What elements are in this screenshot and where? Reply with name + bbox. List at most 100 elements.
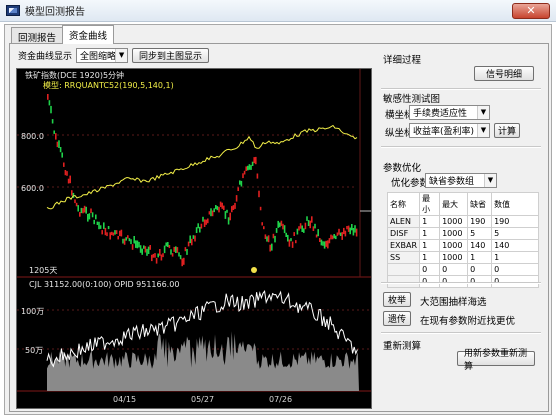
param-value-cell[interactable]: 1000 — [439, 227, 469, 240]
table-row: EXBAR 1 1000 140 140 — [386, 239, 539, 252]
param-value-cell[interactable]: 0 — [439, 263, 469, 276]
opt-param-select[interactable]: 缺省参数组 ▼ — [425, 173, 497, 188]
param-value-cell[interactable]: 0 — [419, 263, 441, 276]
window-client: 回测报告 资金曲线 资金曲线显示 全图缩略 ▼ 同步到主图显示 铁矿指数(DCE… — [4, 24, 552, 415]
price-bar — [203, 219, 206, 227]
y-label-800: 800.0 — [21, 132, 44, 141]
param-value-cell[interactable]: 1000 — [439, 215, 469, 228]
price-bar — [247, 165, 249, 171]
param-value-cell[interactable]: 1 — [419, 227, 441, 240]
param-value-cell[interactable]: 5 — [491, 227, 539, 240]
param-value-cell[interactable]: 140 — [491, 239, 539, 252]
close-button[interactable]: ✕ — [512, 3, 550, 19]
param-value-cell[interactable]: 1 — [491, 251, 539, 264]
price-bar — [346, 226, 348, 230]
price-bar — [58, 140, 60, 148]
param-name-cell: ALEN — [386, 215, 421, 228]
price-bar — [261, 222, 263, 226]
vol-y-label-50w: 50万 — [25, 346, 43, 355]
param-value-cell[interactable]: 0 — [491, 263, 539, 276]
equity-curve-line — [46, 124, 358, 210]
title-bar: 模型回测报告 ✕ — [0, 0, 556, 22]
price-bar — [71, 190, 73, 196]
price-bar — [239, 180, 241, 185]
price-bar — [95, 214, 97, 220]
price-bar — [335, 235, 337, 240]
table-header-row: 名称 最小 最大 缺省 数值 — [386, 192, 539, 216]
chevron-down-icon: ▼ — [115, 48, 128, 62]
price-bar — [48, 100, 51, 106]
chart-canvas: 铁矿指数(DCE 1920)5分钟 模型: RRQUANTC52(190,5,1… — [17, 69, 371, 404]
optimization-title: 参数优化 — [383, 163, 422, 174]
genetic-button[interactable]: 遗传 — [383, 311, 411, 326]
param-value-cell[interactable]: 1 — [419, 215, 441, 228]
price-bar — [314, 223, 316, 229]
price-bar — [248, 164, 251, 170]
param-value-cell[interactable]: 190 — [467, 215, 493, 228]
price-bar — [79, 212, 81, 217]
price-bar — [114, 230, 116, 235]
price-bar — [87, 214, 89, 222]
param-value-cell[interactable]: 190 — [491, 215, 539, 228]
param-value-cell[interactable]: 140 — [467, 239, 493, 252]
x-axis-select[interactable]: 手续费适应性 ▼ — [409, 105, 490, 120]
details-title: 详细过程 — [383, 55, 422, 66]
col-default-header: 缺省 — [467, 192, 493, 216]
calculate-button[interactable]: 计算 — [494, 123, 520, 138]
param-value-cell[interactable]: 1 — [419, 239, 441, 252]
display-mode-select[interactable]: 全图缩略 ▼ — [76, 47, 129, 63]
right-panel: 详细过程 信号明细 敏感性测试图 横坐标 手续费适应性 ▼ 纵坐标 收益率(盈利… — [377, 44, 547, 413]
chevron-down-icon: ▼ — [484, 174, 496, 187]
price-bar — [53, 130, 55, 134]
param-value-cell[interactable]: 0 — [467, 263, 493, 276]
price-bar — [125, 237, 127, 241]
price-bar — [74, 199, 76, 204]
price-bar — [96, 221, 99, 225]
price-bar — [90, 208, 92, 214]
price-bar — [352, 228, 355, 236]
price-bar — [267, 235, 270, 243]
equity-chart[interactable]: 铁矿指数(DCE 1920)5分钟 模型: RRQUANTC52(190,5,1… — [16, 68, 372, 409]
price-bar — [311, 216, 313, 223]
price-bar — [128, 238, 131, 242]
param-value-cell[interactable]: 1 — [419, 251, 441, 264]
price-bar — [152, 253, 155, 258]
param-value-cell[interactable]: 1 — [467, 251, 493, 264]
price-bar — [234, 202, 236, 209]
price-bar — [309, 220, 311, 229]
price-bar — [162, 253, 164, 258]
price-bar — [312, 226, 315, 231]
price-bar — [245, 166, 247, 171]
y-axis-select[interactable]: 收益率(盈利率) ▼ — [409, 123, 490, 138]
price-bar — [325, 240, 327, 247]
price-bar — [290, 238, 292, 242]
tab-backtest-report[interactable]: 回测报告 — [11, 27, 64, 44]
signal-detail-button[interactable]: 信号明细 — [474, 66, 534, 81]
param-value-cell[interactable]: 1000 — [439, 239, 469, 252]
retest-button[interactable]: 用新参数重新测算 — [457, 349, 535, 372]
sync-main-chart-button[interactable]: 同步到主图显示 — [132, 47, 210, 63]
price-bar — [63, 162, 65, 167]
price-bar — [258, 190, 260, 198]
exhaustive-button[interactable]: 枚举 — [383, 292, 411, 307]
price-bar — [296, 228, 299, 235]
price-bar — [61, 152, 63, 158]
tab-bar: 回测报告 资金曲线 — [11, 25, 115, 44]
price-bar — [317, 229, 319, 237]
col-value-header: 数值 — [491, 192, 539, 216]
param-value-cell[interactable]: 1000 — [439, 251, 469, 264]
price-bar — [255, 156, 257, 165]
price-bar — [93, 219, 95, 225]
price-bar — [256, 173, 259, 179]
display-label: 资金曲线显示 — [18, 51, 73, 62]
price-bar — [279, 222, 281, 228]
price-bar — [304, 222, 307, 230]
param-value-cell[interactable]: 5 — [467, 227, 493, 240]
price-bar — [171, 253, 174, 257]
price-bar — [135, 240, 137, 248]
volume-header: CJL 31152.00(0:100) OPID 951166.00 — [29, 280, 179, 289]
tab-equity-curve[interactable]: 资金曲线 — [62, 25, 115, 44]
price-bar — [263, 226, 265, 230]
price-bar — [295, 240, 297, 244]
price-bar — [339, 232, 342, 236]
